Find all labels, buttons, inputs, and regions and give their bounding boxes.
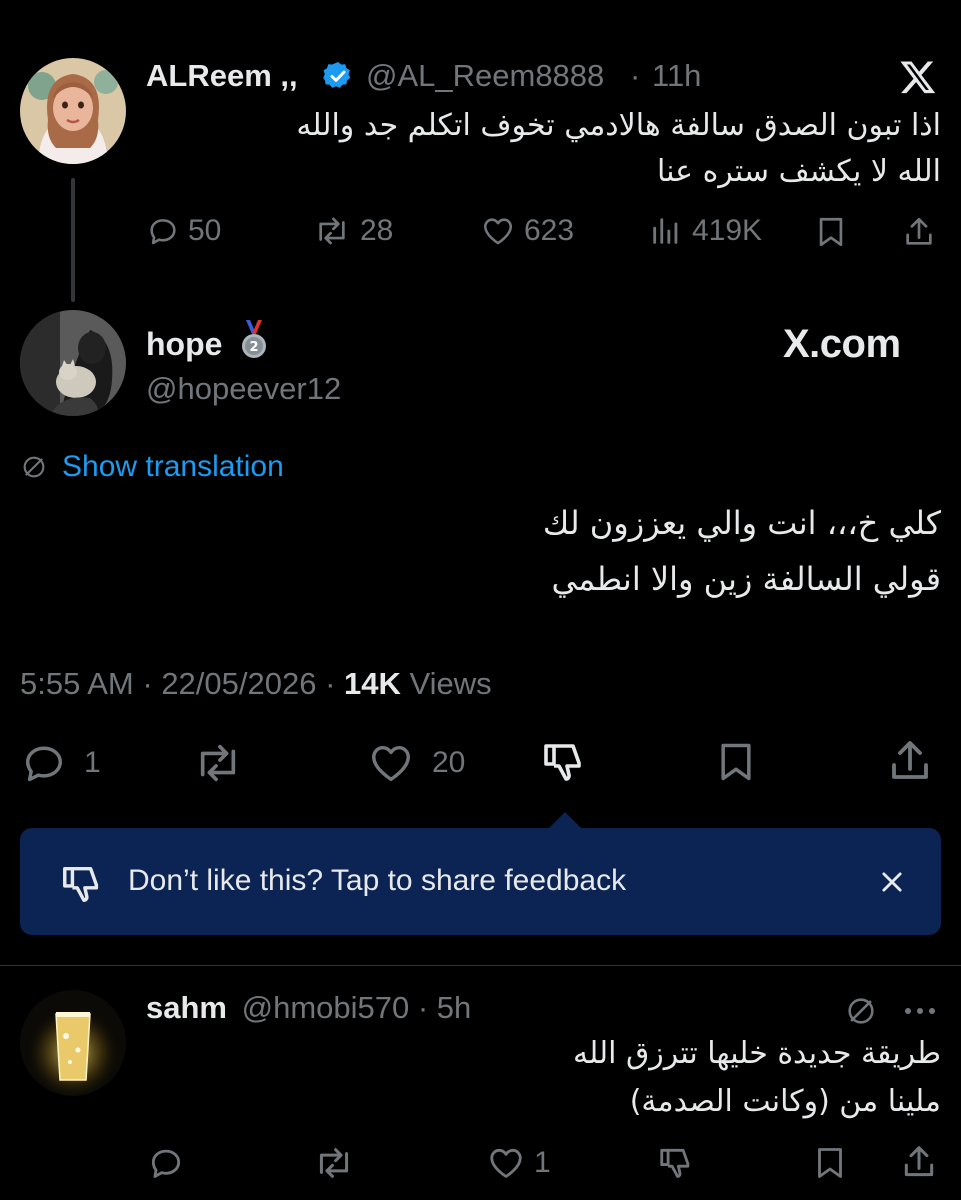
post3-text-line2: ملينا من (وكانت الصدمة) <box>629 1084 941 1119</box>
heart-icon <box>372 745 410 782</box>
post2-date[interactable]: 22/05/2026 <box>161 666 316 701</box>
heart-icon <box>490 1148 522 1178</box>
x-com-watermark: X.com <box>783 322 901 366</box>
meta-separator: · <box>142 666 162 701</box>
post2-views-label: Views <box>409 666 492 701</box>
post3-header: sahm @hmobi570 · 5h <box>146 990 471 1026</box>
post1-views-count: 419K <box>692 214 763 247</box>
close-icon[interactable] <box>878 868 906 901</box>
post2-reply-button[interactable]: 1 <box>20 740 101 786</box>
post1-time[interactable]: 11h <box>652 58 701 94</box>
post3-text-line1: طريقة جديدة خليها تترزق الله <box>573 1036 941 1071</box>
post1-text-line2: الله لا يكشف ستره عنا <box>656 154 941 189</box>
post1-text-line1: اذا تبون الصدق سالفة هالادمي تخوف اتكلم … <box>296 108 941 143</box>
post2-reply-count: 1 <box>84 746 101 779</box>
section-divider <box>0 965 961 966</box>
translate-globe-icon <box>23 456 45 478</box>
bookmark-icon <box>818 1148 842 1178</box>
post3-handle[interactable]: @hmobi570 <box>242 990 410 1025</box>
share-icon <box>904 1146 934 1177</box>
post3-dislike-button[interactable] <box>656 1144 696 1182</box>
post3-separator: · <box>417 990 437 1025</box>
post2-like-button[interactable]: 20 <box>366 740 465 786</box>
avatar-hope[interactable] <box>20 310 126 416</box>
reply-icon <box>25 746 63 782</box>
show-translation-button[interactable]: Show translation <box>20 450 284 484</box>
post1-like-button[interactable]: 623 <box>480 214 574 248</box>
show-translation-label[interactable]: Show translation <box>62 450 284 484</box>
post1-bookmark-button[interactable] <box>814 214 848 250</box>
repost-icon <box>200 744 236 782</box>
post1-display-name[interactable]: ALReem ,, <box>146 58 298 94</box>
post2-text-line1: كلي خ،،، انت والي يعززون لك <box>542 504 941 542</box>
post3-time[interactable]: 5h <box>437 990 471 1025</box>
feedback-thumbs-down-icon <box>58 861 106 912</box>
post1-repost-button[interactable]: 28 <box>312 214 393 248</box>
avatar-sahm[interactable] <box>20 990 126 1096</box>
share-icon <box>906 217 932 245</box>
repost-icon <box>319 217 345 245</box>
post2-bookmark-button[interactable] <box>714 738 758 786</box>
post2-meta-line: 5:55 AM · 22/05/2026 · 14K Views <box>20 666 492 702</box>
post2-display-name[interactable]: hope <box>146 326 222 363</box>
post1-handle[interactable]: @AL_Reem8888 <box>366 58 604 94</box>
svg-text:2: 2 <box>249 340 258 355</box>
share-icon <box>892 741 928 779</box>
post1-like-count: 623 <box>524 214 575 247</box>
post2-repost-button[interactable] <box>190 740 246 786</box>
x-logo-icon[interactable] <box>898 58 938 101</box>
post2-like-count: 20 <box>432 746 466 779</box>
post2-share-button[interactable] <box>886 736 934 786</box>
reply-icon <box>151 1149 181 1178</box>
thread-connector-line <box>71 178 75 302</box>
post1-reply-button[interactable]: 50 <box>146 214 221 248</box>
bookmark-icon <box>721 743 751 781</box>
feedback-banner-text[interactable]: Don’t like this? Tap to share feedback <box>128 864 626 898</box>
thumbs-down-icon <box>544 744 581 781</box>
post3-bookmark-button[interactable] <box>812 1144 848 1182</box>
repost-icon <box>319 1148 349 1178</box>
post1-repost-count: 28 <box>360 214 394 247</box>
post1-views-button[interactable]: 419K <box>648 214 762 248</box>
post3-display-name[interactable]: sahm <box>146 990 227 1025</box>
more-options-icon[interactable] <box>902 1004 938 1022</box>
post1-separator: · <box>630 58 641 93</box>
reply-icon <box>150 219 176 245</box>
post1-share-button[interactable] <box>902 214 936 250</box>
thumbs-down-icon <box>660 1148 690 1178</box>
post3-reply-button[interactable] <box>146 1144 186 1182</box>
post3-translate-icon[interactable] <box>844 994 878 1033</box>
medal-2-icon: 2 <box>238 318 270 367</box>
post2-timestamp[interactable]: 5:55 AM <box>20 666 134 701</box>
post3-like-count: 1 <box>534 1146 551 1179</box>
feedback-banner-pointer <box>549 812 581 828</box>
views-chart-icon <box>653 218 678 244</box>
verified-badge-icon <box>322 60 354 97</box>
bookmark-icon <box>819 217 843 247</box>
post2-views-count: 14K <box>344 666 401 701</box>
post2-text-line2: قولي السالفة زين والا انطمي <box>551 560 942 598</box>
post1-reply-count: 50 <box>188 214 222 247</box>
feedback-banner[interactable]: Don’t like this? Tap to share feedback <box>20 828 941 935</box>
post2-handle[interactable]: @hopeever12 <box>146 371 341 407</box>
post3-share-button[interactable] <box>900 1142 938 1182</box>
post3-like-button[interactable]: 1 <box>486 1144 551 1182</box>
heart-icon <box>483 218 513 245</box>
meta-separator: · <box>325 666 345 701</box>
post3-repost-button[interactable] <box>312 1144 356 1182</box>
post2-dislike-button[interactable] <box>540 738 588 786</box>
avatar-alreem[interactable] <box>20 58 126 164</box>
